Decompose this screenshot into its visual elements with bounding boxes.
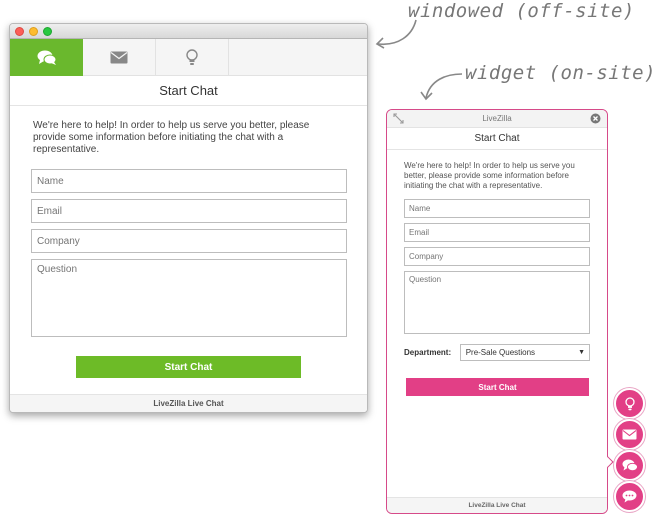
chat-widget: LiveZilla Start Chat We're here to help!…	[386, 109, 608, 514]
window-titlebar	[10, 24, 367, 39]
window-name-input[interactable]	[31, 169, 347, 193]
window-tabs	[10, 39, 367, 76]
envelope-icon	[622, 429, 637, 440]
window-question-textarea[interactable]	[31, 259, 347, 337]
floating-knowledgebase-button[interactable]	[614, 388, 645, 419]
window-start-chat-button[interactable]: Start Chat	[76, 356, 301, 378]
floating-chat-button[interactable]	[614, 450, 645, 481]
envelope-icon	[110, 51, 128, 64]
annotation-windowed: windowed (off-site)	[408, 0, 635, 22]
widget-titlebar: LiveZilla	[387, 110, 607, 128]
window-email-input[interactable]	[31, 199, 347, 223]
window-page-title: Start Chat	[10, 76, 367, 106]
floating-email-button[interactable]	[614, 419, 645, 450]
tab-chat[interactable]	[10, 39, 83, 76]
widget-footer: LiveZilla Live Chat	[387, 497, 607, 513]
department-value: Pre-Sale Questions	[465, 348, 536, 357]
chat-bubbles-icon	[37, 50, 56, 65]
department-select[interactable]: Pre-Sale Questions ▼	[459, 344, 590, 361]
window-footer: LiveZilla Live Chat	[10, 394, 367, 412]
widget-form: We're here to help! In order to help us …	[387, 150, 607, 396]
widget-email-input[interactable]	[404, 223, 590, 242]
close-icon[interactable]	[590, 113, 601, 124]
tab-knowledgebase[interactable]	[156, 39, 229, 76]
widget-title: LiveZilla	[482, 114, 512, 123]
chat-bubbles-icon	[622, 459, 638, 472]
close-window-button[interactable]	[15, 27, 24, 36]
department-row: Department: Pre-Sale Questions ▼	[404, 344, 590, 361]
zoom-window-button[interactable]	[43, 27, 52, 36]
caret-down-icon: ▼	[578, 349, 585, 356]
widget-intro-text: We're here to help! In order to help us …	[404, 161, 575, 190]
window-intro-text: We're here to help! In order to help us …	[33, 120, 310, 155]
annotation-widget: widget (on-site)	[465, 62, 653, 84]
lightbulb-icon	[624, 396, 635, 410]
tab-email[interactable]	[83, 39, 156, 76]
minimize-window-button[interactable]	[29, 27, 38, 36]
arrow-to-widget-icon	[420, 73, 463, 101]
arrow-to-window-icon	[375, 19, 417, 49]
widget-page-title: Start Chat	[387, 128, 607, 150]
chat-window: Start Chat We're here to help! In order …	[9, 23, 368, 413]
widget-start-chat-button[interactable]: Start Chat	[406, 378, 589, 396]
widget-company-input[interactable]	[404, 247, 590, 266]
floating-message-button[interactable]	[614, 481, 645, 512]
window-company-input[interactable]	[31, 229, 347, 253]
expand-icon[interactable]	[393, 113, 404, 124]
window-form: We're here to help! In order to help us …	[10, 106, 367, 378]
widget-name-input[interactable]	[404, 199, 590, 218]
lightbulb-icon	[186, 49, 198, 65]
widget-question-textarea[interactable]	[404, 271, 590, 334]
department-label: Department:	[404, 348, 452, 357]
speech-bubble-icon	[622, 490, 637, 503]
